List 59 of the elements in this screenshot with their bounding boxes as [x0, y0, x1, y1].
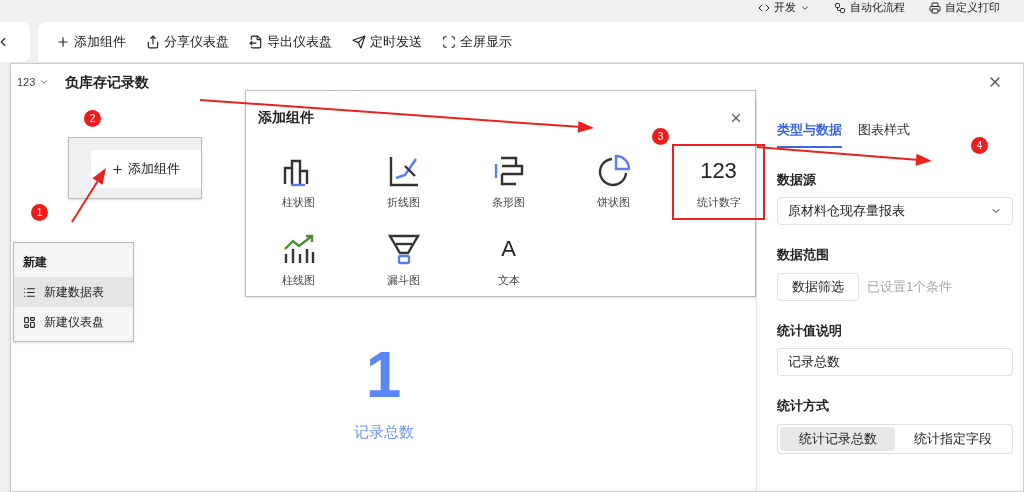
field-label: 统计方式 — [777, 397, 830, 415]
component-option[interactable]: 柱线图 — [246, 222, 351, 298]
export-icon — [249, 35, 263, 49]
filter-note: 已设置1个条件 — [867, 277, 953, 296]
plus-icon — [111, 162, 124, 176]
add-icon — [56, 35, 70, 49]
component-option[interactable]: 柱状图 — [246, 144, 351, 220]
top-bar-button[interactable]: 开发 — [758, 1, 810, 14]
component-label: 统计数字 — [696, 194, 741, 210]
component-label: 漏斗图 — [387, 272, 420, 288]
fullscreen-icon — [442, 35, 456, 49]
popup-title: 添加组件 — [258, 108, 314, 127]
menu-item[interactable]: 新建仪表盘 — [14, 307, 133, 337]
layout-icon — [23, 315, 36, 329]
type-selector[interactable]: 123 — [17, 73, 50, 91]
list-icon — [23, 285, 36, 299]
component-option[interactable]: 漏斗图 — [351, 222, 456, 298]
field-label: 数据范围 — [777, 246, 830, 264]
filter-button[interactable]: 数据筛选 — [777, 272, 859, 301]
annotation-arrow — [71, 168, 106, 223]
printer-icon — [929, 1, 941, 14]
toolbar-button[interactable]: 全屏显示 — [442, 32, 512, 52]
segment-option[interactable]: 统计记录总数 — [780, 426, 895, 451]
component-option[interactable]: A 文本 — [456, 222, 561, 298]
menu-title: 新建 — [22, 254, 48, 271]
workflow-icon — [834, 1, 846, 14]
component-label: 柱状图 — [282, 194, 315, 210]
toolbar-button[interactable]: 导出仪表盘 — [249, 32, 332, 52]
toolbar-button[interactable]: 分享仪表盘 — [146, 32, 229, 52]
metric-label: 记录总数 — [353, 422, 414, 442]
dialog-title: 负库存记录数 — [65, 72, 150, 92]
description-input[interactable]: 记录总数 — [777, 348, 1013, 376]
component-label: 柱线图 — [282, 272, 315, 288]
toolbar-button[interactable]: 添加组件 — [56, 32, 126, 52]
menu-item[interactable]: 新建数据表 — [14, 277, 133, 307]
segment-option[interactable]: 统计指定字段 — [895, 426, 1010, 451]
component-glyph: A — [501, 234, 516, 263]
field-label: 数据源 — [777, 170, 817, 189]
metric-value: 1 — [365, 345, 402, 405]
component-option[interactable]: 条形图 — [456, 144, 561, 220]
toolbar-button[interactable]: 定时发送 — [352, 32, 422, 52]
component-label: 文本 — [497, 272, 520, 288]
caret-icon — [39, 77, 50, 87]
component-label: 条形图 — [492, 194, 525, 210]
panel-tab[interactable]: 图表样式 — [858, 120, 910, 148]
top-bar-button[interactable]: 自动化流程 — [834, 1, 905, 14]
component-option[interactable]: 饼状图 — [561, 144, 666, 220]
component-glyph: 123 — [700, 156, 737, 185]
share-icon — [146, 35, 160, 49]
send-icon — [352, 35, 366, 49]
pie-chart-icon — [596, 153, 631, 188]
component-label: 折线图 — [387, 194, 420, 210]
panel-tab[interactable]: 类型与数据 — [777, 120, 842, 148]
component-label: 饼状图 — [597, 194, 630, 210]
component-option[interactable]: 折线图 — [351, 144, 456, 220]
component-option[interactable]: 123 统计数字 — [672, 144, 765, 220]
top-bar-button[interactable]: 自定义打印 — [929, 1, 1000, 14]
data-source-select[interactable]: 原材料仓现存量报表 — [777, 197, 1013, 225]
field-label: 统计值说明 — [777, 321, 843, 340]
